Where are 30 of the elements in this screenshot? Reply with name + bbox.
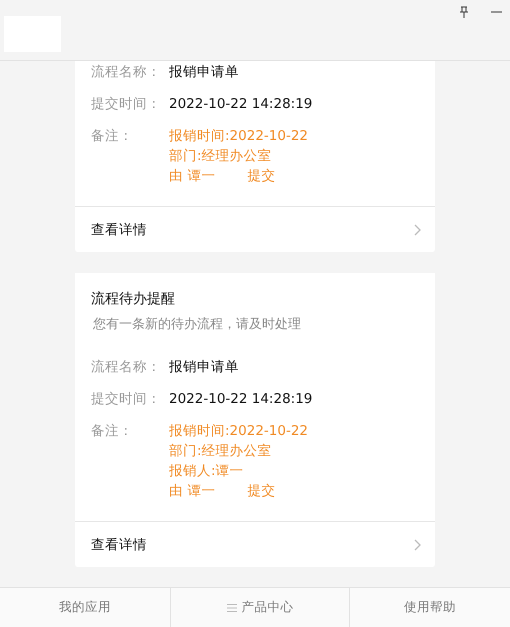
note-line: 报销时间:2022-10-22 — [169, 127, 308, 146]
footer-tab[interactable]: 我的应用 — [0, 588, 170, 627]
field-label: 流程名称： — [91, 358, 162, 377]
note-line: 部门:经理办公室 — [169, 442, 273, 461]
footer-tab[interactable]: 使用帮助 — [349, 588, 510, 627]
view-details-link[interactable]: 查看详情 — [75, 521, 435, 567]
pin-icon[interactable] — [459, 6, 469, 18]
field-value: 2022-10-22 14:28:19 — [169, 390, 312, 409]
submitter-text: 由 谭一 — [169, 482, 216, 501]
action-text: 提交 — [247, 482, 276, 501]
view-details-link[interactable]: 查看详情 — [75, 206, 435, 252]
field-label: 提交时间： — [91, 95, 162, 114]
field-value: 2022-10-22 14:28:19 — [169, 95, 312, 114]
field-label: 备注： — [91, 422, 134, 441]
note-line: 报销时间:2022-10-22 — [169, 422, 308, 441]
field-label: 备注： — [91, 127, 134, 146]
submitter-text: 由 谭一 — [169, 167, 216, 186]
card-title: 流程待办提醒 — [91, 290, 176, 309]
field-value: 报销申请单 — [169, 63, 239, 82]
chevron-right-icon — [414, 224, 421, 236]
menu-icon — [226, 604, 236, 612]
note-line: 部门:经理办公室 — [169, 147, 273, 166]
chevron-right-icon — [414, 538, 421, 550]
field-label: 流程名称： — [91, 63, 162, 82]
field-value: 报销申请单 — [169, 358, 239, 377]
card-subtitle: 您有一条新的待办流程，请及时处理 — [93, 316, 302, 334]
footer-tab[interactable]: 产品中心 — [170, 588, 349, 627]
field-label: 提交时间： — [91, 390, 162, 409]
note-line: 报销人:谭一 — [169, 462, 245, 481]
action-text: 提交 — [247, 167, 276, 186]
